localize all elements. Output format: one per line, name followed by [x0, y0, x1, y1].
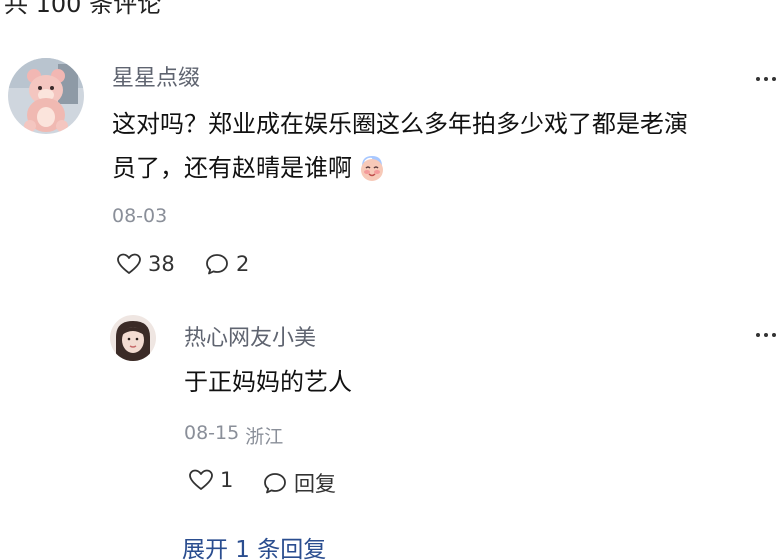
comment-count-header: 共 100 条评论: [4, 0, 162, 18]
comment-text-line2: 员了，还有赵晴是谁啊: [112, 154, 352, 182]
comment-bubble-icon: [264, 473, 286, 494]
reply-username[interactable]: 热心网友小美: [184, 320, 316, 352]
heart-icon: [189, 469, 213, 490]
expand-replies-link[interactable]: 展开 1 条回复: [182, 530, 326, 560]
avatar[interactable]: [110, 315, 156, 361]
comment-username[interactable]: 星星点缀: [112, 60, 200, 92]
like-button[interactable]: 38: [116, 252, 175, 276]
reply-text: 于正妈妈的艺人: [184, 368, 352, 396]
reply-button[interactable]: 2: [204, 252, 249, 276]
comment-bubble-icon: [206, 254, 228, 275]
reply-count: 2: [236, 252, 250, 276]
comment-date: 08-03: [112, 205, 168, 227]
reply-date: 08-15: [184, 422, 240, 444]
more-options-icon[interactable]: [756, 333, 776, 337]
smiling-face-icon: [361, 156, 383, 181]
avatar[interactable]: [8, 58, 84, 134]
comment-text-line1: 这对吗？郑业成在娱乐圈这么多年拍多少戏了都是老演: [112, 110, 688, 138]
comment-text-line2-row: 员了，还有赵晴是谁啊: [112, 146, 388, 190]
user-portrait-avatar-icon: [110, 315, 156, 361]
more-options-icon[interactable]: [756, 77, 776, 81]
reply-meta: 08-15 浙江: [184, 422, 283, 449]
reply-location: 浙江: [245, 426, 284, 448]
like-count: 38: [148, 252, 175, 276]
teddy-bear-avatar-icon: [8, 58, 84, 134]
reply-button[interactable]: 回复: [262, 468, 336, 498]
comment-page: 共 100 条评论 星星点缀 这对吗？郑业成在娱乐圈这么多年拍多少戏了都是老演 …: [0, 0, 780, 560]
like-button[interactable]: 1: [188, 468, 233, 492]
reply-label: 回复: [294, 472, 336, 496]
heart-icon: [117, 253, 141, 274]
like-count: 1: [220, 468, 234, 492]
